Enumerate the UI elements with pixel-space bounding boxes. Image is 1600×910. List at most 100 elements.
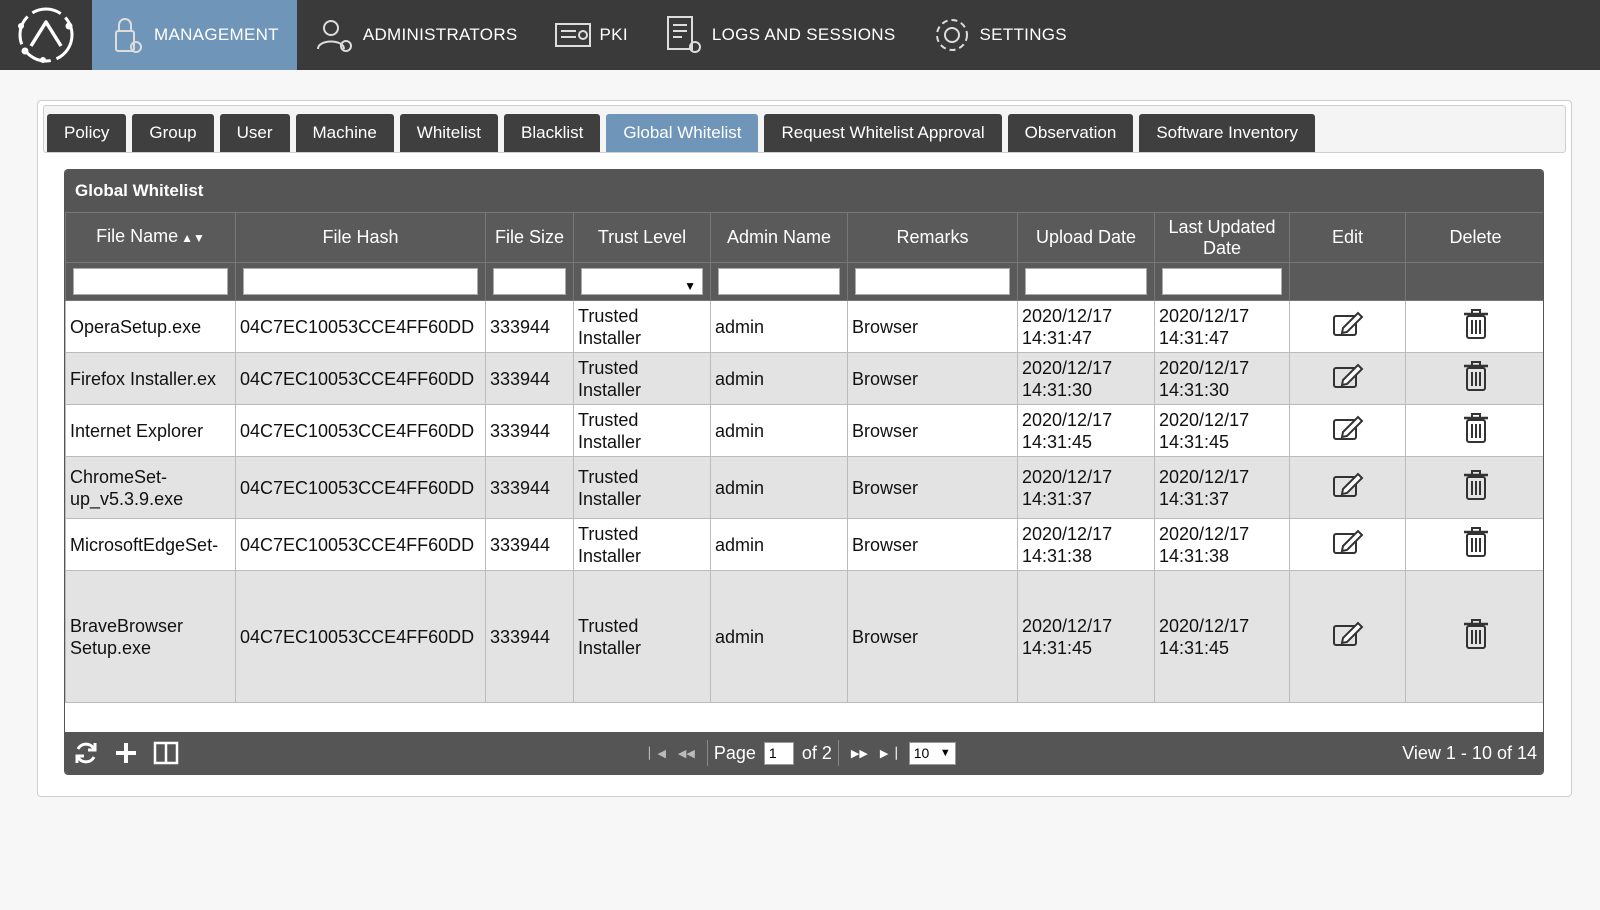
cell-file-size: 333944 <box>485 404 574 457</box>
first-page-icon[interactable]: ▏◀ <box>649 747 666 760</box>
chevron-down-icon: ▼ <box>939 746 951 759</box>
table-row[interactable]: BraveBrowser Setup.exe 04C7EC10053CCE4FF6… <box>65 570 1543 703</box>
cell-trust-level: Trusted Installer <box>573 456 711 519</box>
cell-trust-level: Trusted Installer <box>573 570 711 703</box>
col-file-hash[interactable]: File Hash <box>235 212 486 263</box>
tab-observation[interactable]: Observation <box>1007 114 1134 152</box>
table-row[interactable]: Internet Explorer 04C7EC10053CCE4FF60DD 33… <box>65 404 1543 457</box>
filter-upload-date[interactable] <box>1025 268 1147 295</box>
page-input[interactable]: 1 <box>763 741 794 765</box>
nav-label: MANAGEMENT <box>154 25 279 44</box>
tab-request-whitelist-approval[interactable]: Request Whitelist Approval <box>764 114 1002 152</box>
col-upload-date[interactable]: Upload Date <box>1017 212 1155 263</box>
tab-user[interactable]: User <box>219 114 290 152</box>
whitelist-table: File Name ▲▼ File Hash File Size Trust Le… <box>65 212 1543 703</box>
divider <box>837 740 839 766</box>
cell-remarks: Browser <box>847 352 1018 405</box>
add-icon[interactable] <box>113 740 139 766</box>
cell-remarks: Browser <box>847 518 1018 571</box>
col-file-size[interactable]: File Size <box>485 212 574 263</box>
app-logo[interactable] <box>0 0 92 70</box>
tab-whitelist[interactable]: Whitelist <box>399 114 499 152</box>
cell-upload-date: 2020/12/17 14:31:45 <box>1017 570 1155 703</box>
pager-bar: ▏◀ ◀◀ Page 1 of 2 ▶▶ ▶▕ 10 ▼ View 1 - 10 … <box>65 732 1543 774</box>
col-delete: Delete <box>1405 212 1543 263</box>
last-page-icon[interactable]: ▶▕ <box>880 747 897 760</box>
col-trust-level[interactable]: Trust Level <box>573 212 711 263</box>
trash-icon[interactable] <box>1462 527 1490 563</box>
filter-file-size[interactable] <box>493 268 566 295</box>
cell-trust-level: Trusted Installer <box>573 300 711 353</box>
top-nav: MANAGEMENT ADMINISTRATORS PKI LOGS AND S… <box>0 0 1600 70</box>
cell-file-hash: 04C7EC10053CCE4FF60DD <box>235 518 486 571</box>
edit-icon[interactable] <box>1331 529 1365 561</box>
table-row[interactable]: MicrosoftEdgeSet- 04C7EC10053CCE4FF60DD 33… <box>65 518 1543 571</box>
tab-policy[interactable]: Policy <box>47 114 127 152</box>
col-remarks[interactable]: Remarks <box>847 212 1018 263</box>
edit-icon[interactable] <box>1331 311 1365 343</box>
nav-pki[interactable]: PKI <box>536 0 646 70</box>
cell-upload-date: 2020/12/17 14:31:45 <box>1017 404 1155 457</box>
rows-per-page-select[interactable]: 10 ▼ <box>908 741 956 765</box>
trash-icon[interactable] <box>1462 361 1490 397</box>
filter-trust-level[interactable]: ▼ <box>581 268 703 295</box>
columns-icon[interactable] <box>153 740 179 766</box>
trash-icon[interactable] <box>1462 470 1490 506</box>
certificate-icon <box>554 23 591 47</box>
edit-icon[interactable] <box>1331 621 1365 653</box>
edit-icon[interactable] <box>1331 415 1365 447</box>
nav-management[interactable]: MANAGEMENT <box>92 0 297 70</box>
tab-machine[interactable]: Machine <box>295 114 394 152</box>
cell-file-hash: 04C7EC10053CCE4FF60DD <box>235 352 486 405</box>
filter-file-name[interactable] <box>73 268 228 295</box>
cell-admin-name: admin <box>710 300 848 353</box>
nav-settings[interactable]: SETTINGS <box>914 0 1085 70</box>
cell-upload-date: 2020/12/17 14:31:47 <box>1017 300 1155 353</box>
delete-cell <box>1405 518 1543 571</box>
filter-file-hash[interactable] <box>243 268 478 295</box>
cell-last-updated: 2020/12/17 14:31:47 <box>1154 300 1290 353</box>
cell-file-hash: 04C7EC10053CCE4FF60DD <box>235 300 486 353</box>
edit-icon[interactable] <box>1331 472 1365 504</box>
table-row[interactable]: Firefox Installer.ex 04C7EC10053CCE4FF60D… <box>65 352 1543 405</box>
trash-icon[interactable] <box>1462 619 1490 655</box>
edit-cell <box>1289 456 1406 519</box>
nav-label: LOGS AND SESSIONS <box>711 25 896 44</box>
log-gear-icon <box>666 16 701 53</box>
tab-software-inventory[interactable]: Software Inventory <box>1139 114 1316 152</box>
nav-logs-and-sessions[interactable]: LOGS AND SESSIONS <box>646 0 914 70</box>
cell-admin-name: admin <box>710 570 848 703</box>
tab-global-whitelist[interactable]: Global Whitelist <box>606 114 759 152</box>
tab-blacklist[interactable]: Blacklist <box>504 114 601 152</box>
cell-upload-date: 2020/12/17 14:31:38 <box>1017 518 1155 571</box>
col-last-updated-date[interactable]: Last Updated Date <box>1154 212 1290 263</box>
filter-remarks[interactable] <box>855 268 1010 295</box>
cell-admin-name: admin <box>710 404 848 457</box>
edit-cell <box>1289 300 1406 353</box>
filter-last-updated-date[interactable] <box>1162 268 1282 295</box>
divider <box>706 740 708 766</box>
next-page-icon[interactable]: ▶▶ <box>851 747 868 760</box>
delete-cell <box>1405 352 1543 405</box>
col-edit: Edit <box>1289 212 1406 263</box>
cell-admin-name: admin <box>710 518 848 571</box>
trash-icon[interactable] <box>1462 413 1490 449</box>
prev-page-icon[interactable]: ◀◀ <box>678 747 695 760</box>
edit-cell <box>1289 404 1406 457</box>
cell-last-updated: 2020/12/17 14:31:30 <box>1154 352 1290 405</box>
table-row[interactable]: ChromeSet-up_v5.3.9.exe 04C7EC10053CCE4FF… <box>65 456 1543 519</box>
cell-file-size: 333944 <box>485 570 574 703</box>
main-panel: Policy Group User Machine Whitelist Blac… <box>37 100 1572 797</box>
tab-group[interactable]: Group <box>132 114 214 152</box>
filter-admin-name[interactable] <box>718 268 840 295</box>
cell-trust-level: Trusted Installer <box>573 518 711 571</box>
cell-upload-date: 2020/12/17 14:31:37 <box>1017 456 1155 519</box>
edit-icon[interactable] <box>1331 363 1365 395</box>
nav-administrators[interactable]: ADMINISTRATORS <box>297 0 536 70</box>
user-gear-icon <box>316 20 352 52</box>
table-row[interactable]: OperaSetup.exe 04C7EC10053CCE4FF60DD 33394… <box>65 300 1543 353</box>
trash-icon[interactable] <box>1462 309 1490 345</box>
refresh-icon[interactable] <box>73 740 99 766</box>
col-admin-name[interactable]: Admin Name <box>710 212 848 263</box>
col-file-name[interactable]: File Name ▲▼ <box>65 212 236 263</box>
